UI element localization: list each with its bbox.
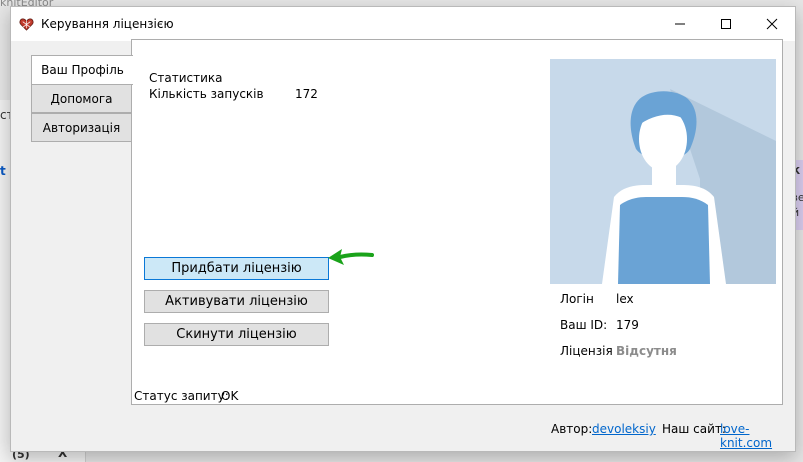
site-label: Наш сайт: [662,422,726,436]
request-status-label: Статус запиту: [134,389,229,403]
profile-panel: Статистика Кількість запусків 172 Придба… [131,39,783,405]
background-fragment-t: t [0,164,6,178]
heart-yarn-icon [19,18,34,31]
window-title: Керування ліцензією [41,17,174,31]
tab-authorization[interactable]: Авторизація [31,113,132,142]
site-link[interactable]: love-knit.com [720,422,795,450]
tab-help[interactable]: Допомога [31,84,132,113]
license-label: Ліцензія [560,344,613,358]
minimize-button[interactable] [657,7,703,41]
buy-license-button[interactable]: Придбати ліцензію [144,257,329,280]
close-button[interactable] [749,7,795,41]
license-dialog: Керування ліцензією Ваш Профіль Допомога… [10,6,796,452]
author-label: Автор: [551,422,593,436]
launch-count-label: Кількість запусків [149,87,264,101]
maximize-icon [721,19,731,29]
tab-your-profile[interactable]: Ваш Профіль [31,55,133,85]
author-link[interactable]: devoleksiy [592,422,656,436]
close-icon [766,18,778,30]
launch-count-value: 172 [295,87,318,101]
green-arrow-icon [328,249,374,265]
request-status-value: OK [221,389,239,403]
user-avatar-icon [550,59,776,284]
reset-license-button[interactable]: Скинути ліцензію [144,323,329,346]
login-value: lex [616,292,634,306]
background-left-strip [0,100,10,462]
user-id-label: Ваш ID: [560,318,608,332]
login-label: Логін [560,292,594,306]
activate-license-button[interactable]: Активувати ліцензію [144,290,329,313]
statistics-title: Статистика [149,71,223,85]
user-id-value: 179 [616,318,639,332]
minimize-icon [675,23,685,25]
maximize-button[interactable] [703,7,749,41]
title-bar[interactable]: Керування ліцензією [11,7,795,41]
license-status-value: Відсутня [616,344,677,358]
